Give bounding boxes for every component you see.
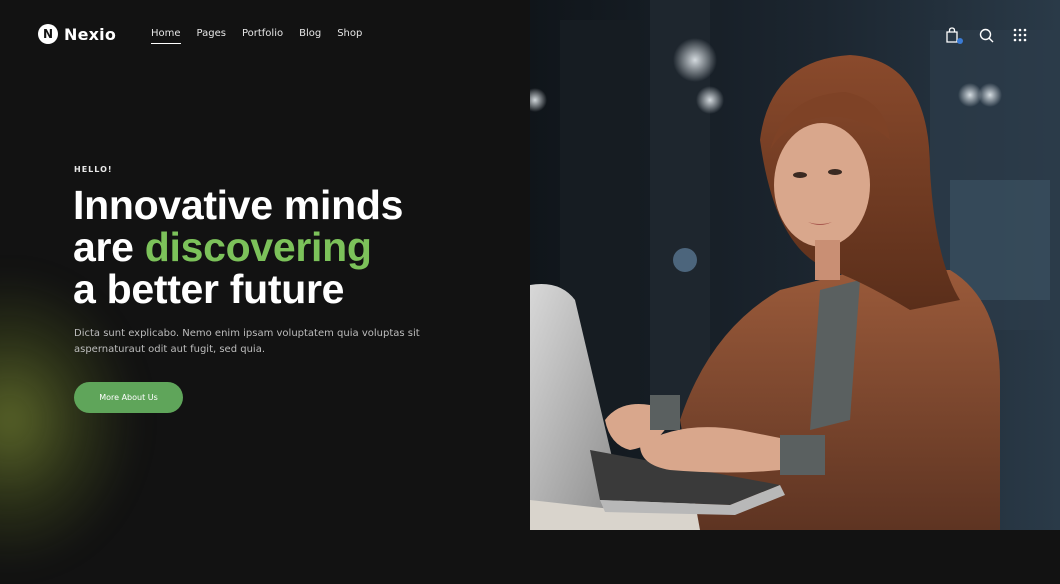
hero-eyebrow: HELLO! bbox=[74, 165, 113, 174]
hero-headline: Innovative minds are discovering a bette… bbox=[73, 184, 503, 310]
nav-item-portfolio[interactable]: Portfolio bbox=[242, 28, 283, 44]
nav-item-home[interactable]: Home bbox=[151, 28, 181, 44]
nav-item-blog[interactable]: Blog bbox=[299, 28, 321, 44]
headline-line-3: a better future bbox=[73, 266, 345, 312]
headline-accent-word: discovering bbox=[144, 224, 372, 270]
background-glow bbox=[0, 270, 140, 570]
hero-image-illustration bbox=[530, 0, 1060, 530]
logo[interactable]: N Nexio bbox=[38, 24, 116, 44]
logo-text: Nexio bbox=[64, 24, 117, 44]
search-icon[interactable] bbox=[978, 26, 994, 44]
cart-badge bbox=[957, 38, 963, 44]
hero-image bbox=[530, 0, 1060, 530]
nav-item-pages[interactable]: Pages bbox=[197, 28, 226, 44]
nav-item-shop[interactable]: Shop bbox=[337, 28, 362, 44]
grid-menu-icon[interactable] bbox=[1012, 26, 1028, 44]
shopping-bag-icon[interactable] bbox=[944, 26, 963, 44]
hero-description: Dicta sunt explicabo. Nemo enim ipsam vo… bbox=[74, 328, 420, 355]
headline-line-1: Innovative minds bbox=[73, 182, 404, 228]
page: N Nexio Home Pages Portfolio Blog Shop H… bbox=[0, 0, 1060, 584]
header-icons bbox=[944, 26, 1028, 44]
logo-icon: N bbox=[38, 24, 58, 44]
main-nav: Home Pages Portfolio Blog Shop bbox=[151, 28, 362, 44]
search-glyph bbox=[979, 28, 993, 42]
headline-line-2-pre: are bbox=[73, 224, 145, 270]
more-about-us-button[interactable]: More About Us bbox=[74, 382, 183, 413]
grid-glyph bbox=[1013, 28, 1027, 42]
